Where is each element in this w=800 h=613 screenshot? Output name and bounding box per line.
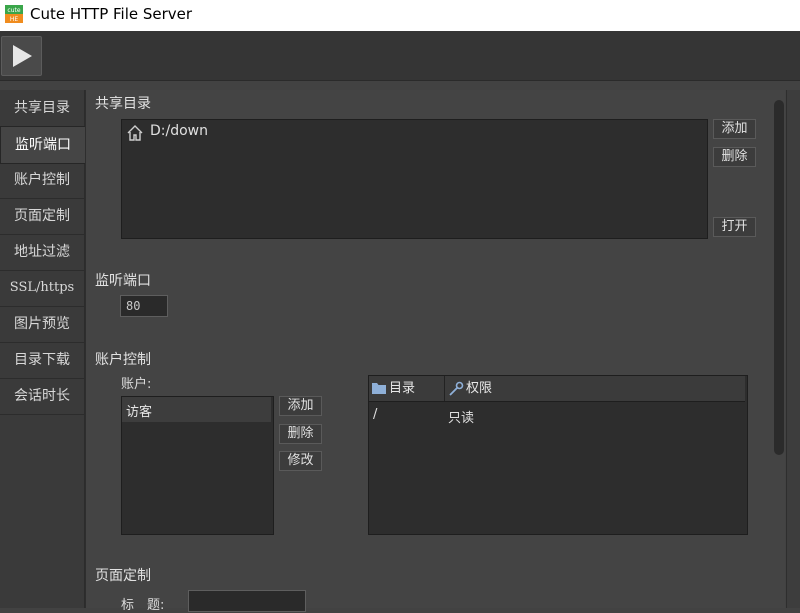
account-list[interactable]: 访客 [121,396,274,535]
folder-icon [371,381,387,395]
column-header-dir[interactable]: 目录 [389,376,415,401]
add-dir-button[interactable]: 添加 [713,119,756,139]
delete-account-button[interactable]: 删除 [279,424,322,444]
nav-item-image-preview[interactable]: 图片预览 [0,306,84,343]
app-logo-icon: cute HE [5,5,23,23]
account-label: 账户: [121,377,152,392]
permission-table[interactable]: 目录 权限 / 只读 [368,375,748,535]
nav-item-address-filter[interactable]: 地址过滤 [0,234,84,271]
nav-item-listen-port[interactable]: 监听端口 [0,126,86,164]
svg-text:HE: HE [10,16,19,23]
nav-item-session-duration[interactable]: 会话时长 [0,378,84,415]
account-control-title: 账户控制 [95,352,151,368]
table-cell-dir[interactable]: / [373,407,377,422]
nav-item-shared-dir[interactable]: 共享目录 [0,90,84,127]
page-custom-title: 页面定制 [95,568,151,584]
shared-dir-title: 共享目录 [95,96,151,112]
modify-account-button[interactable]: 修改 [279,451,322,471]
shared-dir-path[interactable]: D:/down [150,123,208,139]
play-icon [13,45,32,67]
right-panel-edge [786,90,800,608]
table-cell-permission[interactable]: 只读 [448,407,474,426]
vertical-scrollbar[interactable] [774,100,784,455]
page-title-label: 标 题: [121,598,165,613]
table-header: 目录 权限 [369,376,745,402]
column-header-permission[interactable]: 权限 [466,376,492,401]
delete-dir-button[interactable]: 删除 [713,147,756,167]
key-icon [448,381,464,397]
column-divider [444,376,445,401]
svg-text:cute: cute [7,7,20,14]
account-item[interactable]: 访客 [126,401,152,420]
start-server-button[interactable] [1,36,42,76]
open-dir-button[interactable]: 打开 [713,217,756,237]
shared-dir-list[interactable]: D:/down [121,119,708,239]
nav-item-ssl-https[interactable]: SSL/https [0,270,84,307]
toolbar [0,31,800,81]
nav-item-account-control[interactable]: 账户控制 [0,162,84,199]
listen-port-title: 监听端口 [95,273,151,289]
home-icon [126,124,144,142]
page-title-input[interactable] [188,590,306,612]
port-input[interactable]: 80 [120,295,168,317]
add-account-button[interactable]: 添加 [279,396,322,416]
window-title: Cute HTTP File Server [30,5,193,23]
sidebar-nav: 共享目录 监听端口 账户控制 页面定制 地址过滤 SSL/https 图片预览 … [0,90,86,608]
nav-item-dir-download[interactable]: 目录下载 [0,342,84,379]
nav-item-page-custom[interactable]: 页面定制 [0,198,84,235]
